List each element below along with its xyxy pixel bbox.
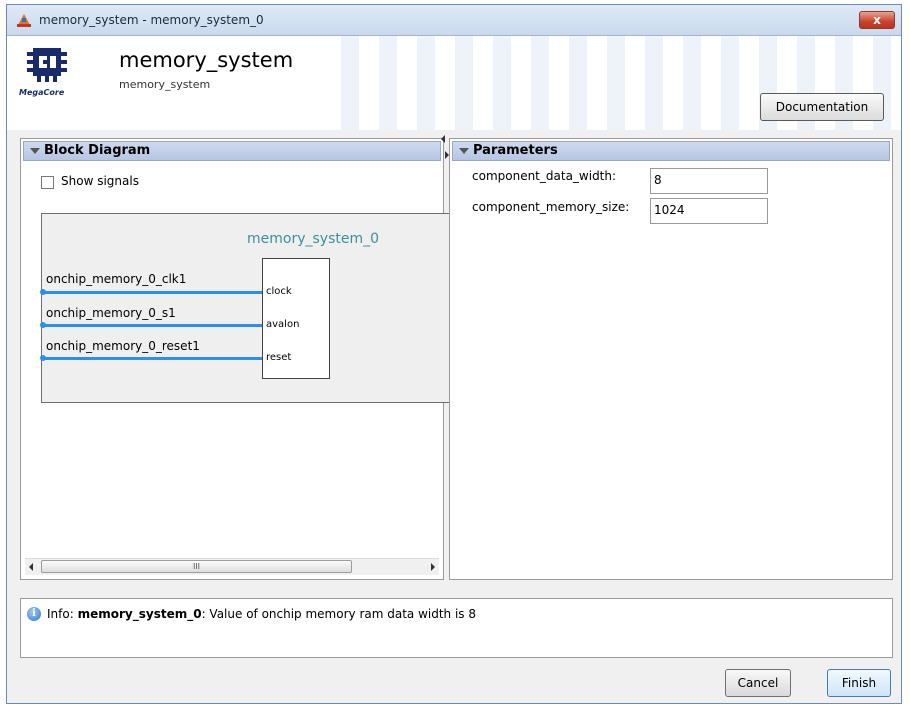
signal-endpoint-clk[interactable] xyxy=(40,289,46,295)
scroll-left-icon[interactable] xyxy=(29,563,33,571)
memory-size-input[interactable]: 1024 xyxy=(650,198,768,224)
megacore-logo xyxy=(27,48,67,82)
parameters-panel: Parameters component_data_width: 8 compo… xyxy=(449,138,893,580)
parameters-header[interactable]: Parameters xyxy=(452,141,890,161)
message-source: memory_system_0 xyxy=(77,607,202,621)
port-reset: reset xyxy=(266,352,292,363)
signal-label-clk: onchip_memory_0_clk1 xyxy=(46,272,187,286)
message-prefix: Info: xyxy=(47,607,74,621)
show-signals-checkbox[interactable] xyxy=(41,176,54,189)
close-icon: x xyxy=(873,13,881,27)
component-subname: memory_system xyxy=(119,78,211,91)
parameters-title: Parameters xyxy=(473,143,558,158)
signal-wire-clk[interactable] xyxy=(42,291,262,294)
signal-wire-s1[interactable] xyxy=(42,324,262,327)
info-icon: i xyxy=(27,607,41,621)
dialog-window: memory_system - memory_system_0 x MegaCo… xyxy=(6,4,902,704)
scroll-right-icon[interactable] xyxy=(431,563,435,571)
app-icon xyxy=(17,14,31,27)
collapse-icon xyxy=(459,148,469,154)
block-diagram-title: Block Diagram xyxy=(44,143,151,158)
signal-endpoint-reset[interactable] xyxy=(40,355,46,361)
info-message: Info: memory_system_0: Value of onchip m… xyxy=(47,607,476,621)
title-bar[interactable]: memory_system - memory_system_0 x xyxy=(7,5,901,36)
block-diagram-header[interactable]: Block Diagram xyxy=(23,141,441,161)
message-area[interactable]: i Info: memory_system_0: Value of onchip… xyxy=(20,598,893,658)
param-label-memory-size: component_memory_size: xyxy=(472,200,630,214)
instance-name: memory_system_0 xyxy=(247,231,380,247)
signal-label-s1: onchip_memory_0_s1 xyxy=(46,306,176,320)
show-signals-label: Show signals xyxy=(61,174,139,188)
panel-left-arrow-icon[interactable] xyxy=(441,135,445,143)
port-avalon: avalon xyxy=(266,319,300,330)
scrollbar-thumb[interactable]: III xyxy=(41,560,352,573)
finish-button[interactable]: Finish xyxy=(827,669,891,697)
block-diagram-canvas[interactable]: memory_system_0 onchip_memory_0_clk1 onc… xyxy=(40,213,451,403)
signal-endpoint-s1[interactable] xyxy=(40,322,46,328)
data-width-input[interactable]: 8 xyxy=(650,168,768,194)
documentation-button[interactable]: Documentation xyxy=(760,93,884,121)
signal-wire-reset[interactable] xyxy=(42,357,262,360)
logo-text: MegaCore xyxy=(19,88,65,97)
horizontal-scrollbar[interactable]: III xyxy=(25,558,439,575)
close-button[interactable]: x xyxy=(859,11,895,29)
window-title: memory_system - memory_system_0 xyxy=(39,13,264,27)
message-text: : Value of onchip memory ram data width … xyxy=(201,607,476,621)
param-label-data-width: component_data_width: xyxy=(472,169,617,183)
block-diagram-panel: Block Diagram Show signals memory_system… xyxy=(20,135,451,580)
port-clock: clock xyxy=(266,286,292,297)
collapse-icon xyxy=(30,148,40,154)
component-block[interactable]: clock avalon reset xyxy=(262,258,330,379)
header-banner: MegaCore memory_system memory_system Doc… xyxy=(7,36,901,130)
cancel-button[interactable]: Cancel xyxy=(725,669,791,697)
signal-label-reset: onchip_memory_0_reset1 xyxy=(46,339,200,353)
component-name: memory_system xyxy=(119,48,294,72)
